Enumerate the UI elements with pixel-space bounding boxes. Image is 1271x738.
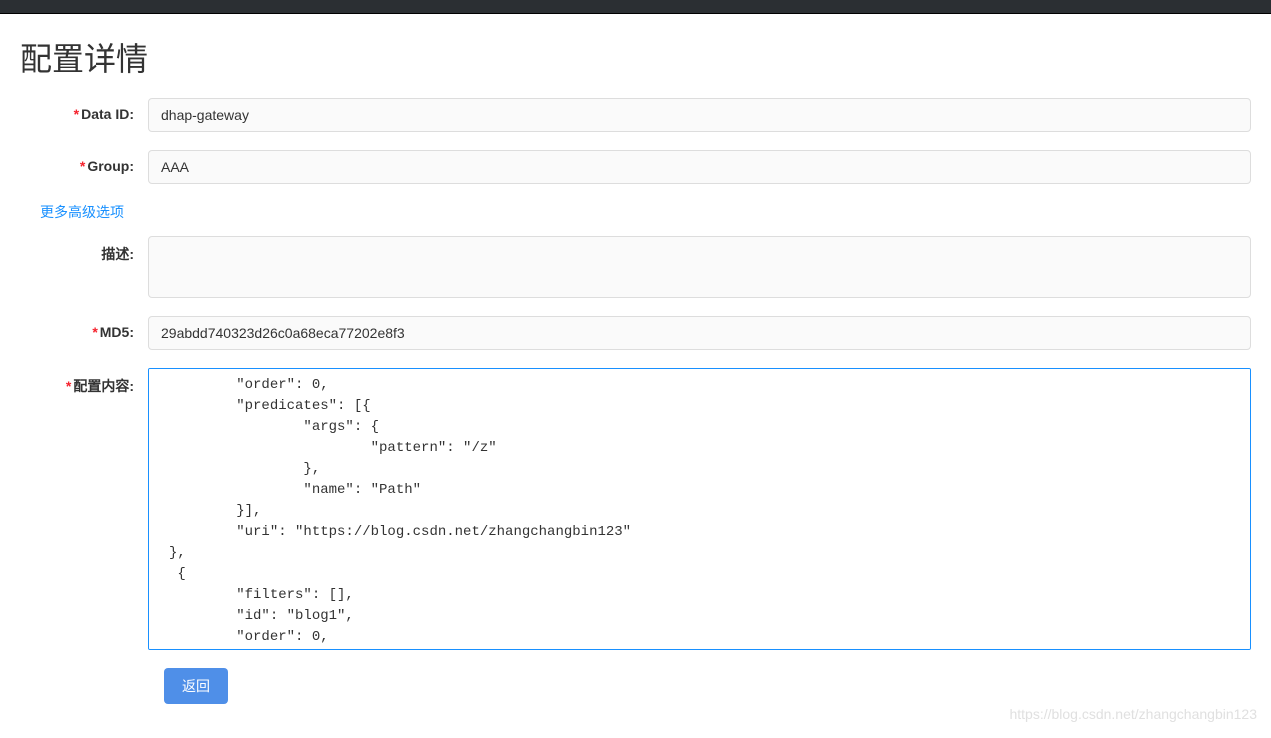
input-data-id[interactable]: [148, 98, 1251, 132]
input-description[interactable]: [148, 236, 1251, 298]
label-description: 描述:: [20, 236, 148, 264]
code-content[interactable]: "order": 0, "predicates": [{ "args": { "…: [148, 368, 1251, 650]
input-group[interactable]: [148, 150, 1251, 184]
label-data-id: *Data ID:: [20, 98, 148, 122]
row-description: 描述:: [20, 236, 1251, 298]
required-mark: *: [66, 378, 71, 394]
row-group: *Group:: [20, 150, 1251, 184]
back-button[interactable]: 返回: [164, 668, 228, 704]
label-content: *配置内容:: [20, 368, 148, 396]
input-md5[interactable]: [148, 316, 1251, 350]
row-data-id: *Data ID:: [20, 98, 1251, 132]
label-md5: *MD5:: [20, 316, 148, 340]
label-group: *Group:: [20, 150, 148, 174]
row-content: *配置内容: "order": 0, "predicates": [{ "arg…: [20, 368, 1251, 650]
required-mark: *: [92, 324, 97, 340]
button-row: 返回: [20, 668, 1251, 704]
page-title: 配置详情: [20, 34, 1251, 80]
main-container: 配置详情 *Data ID: *Group: 更多高级选项 描述: *MD5: …: [0, 14, 1271, 724]
required-mark: *: [74, 106, 79, 122]
required-mark: *: [80, 158, 85, 174]
top-bar: [0, 0, 1271, 14]
advanced-options-link[interactable]: 更多高级选项: [40, 202, 1251, 222]
row-md5: *MD5:: [20, 316, 1251, 350]
